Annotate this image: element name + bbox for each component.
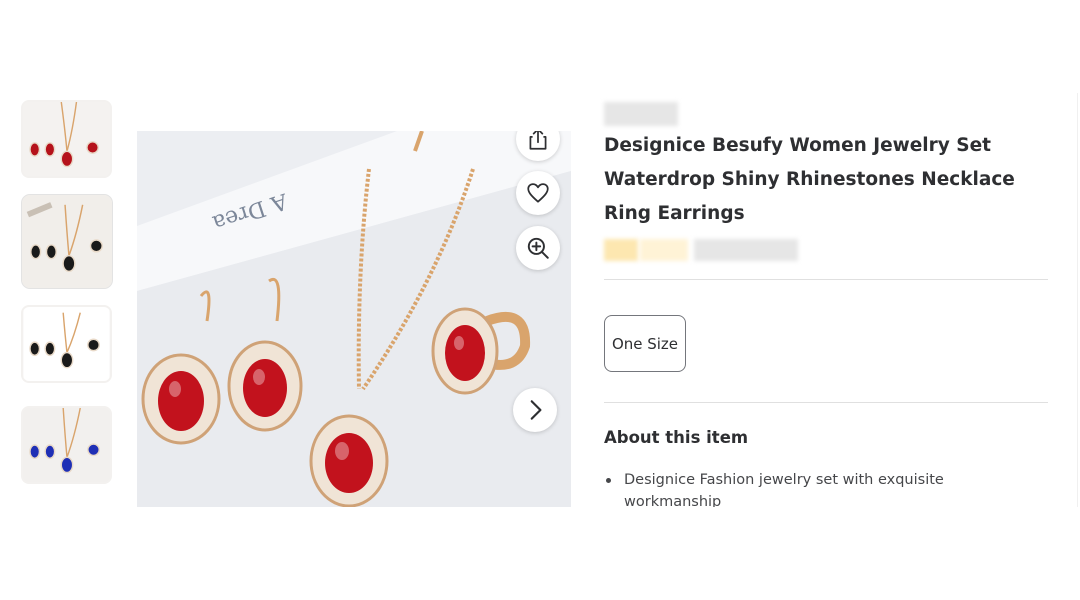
thumbnail-red[interactable]	[21, 100, 112, 178]
rating-row-redacted[interactable]	[604, 237, 798, 263]
divider	[604, 402, 1048, 403]
about-bullets: Designice Fashion jewelry set with exqui…	[604, 469, 984, 507]
favorite-button[interactable]	[516, 171, 560, 215]
thumbnail-image	[22, 195, 112, 288]
middle-earring-stone	[243, 359, 287, 417]
about-bullet-1: Designice Fashion jewelry set with exqui…	[604, 469, 984, 507]
ring-stone	[445, 325, 485, 381]
divider	[604, 279, 1048, 280]
product-title: Designice Besufy Women Jewelry Set Water…	[604, 135, 1015, 224]
left-earring-stone	[158, 371, 204, 431]
jewelry-photo: A Drea	[137, 131, 571, 507]
thumbnail-image	[23, 408, 110, 482]
about-heading: About this item	[604, 428, 749, 447]
brand-link-redacted[interactable]	[604, 102, 678, 126]
thumbnail-black[interactable]	[21, 194, 113, 289]
main-product-image[interactable]: A Drea	[137, 131, 571, 507]
zoom-button[interactable]	[516, 226, 560, 270]
chevron-right-icon	[530, 400, 542, 420]
zoom-in-icon	[527, 237, 549, 259]
thumbnail-black-alt[interactable]	[21, 305, 112, 383]
thumbnail-image	[23, 307, 110, 381]
share-icon	[529, 131, 547, 150]
size-option-one-size[interactable]: One Size	[604, 315, 686, 372]
thumbnail-image	[23, 102, 110, 176]
scroll-edge	[1077, 93, 1078, 507]
pendant-stone	[325, 433, 373, 493]
next-image-button[interactable]	[513, 388, 557, 432]
product-page: A Drea Designice Besufy Women Jewelry Se…	[0, 93, 1080, 507]
thumbnail-blue[interactable]	[21, 406, 112, 484]
heart-icon	[527, 183, 549, 203]
